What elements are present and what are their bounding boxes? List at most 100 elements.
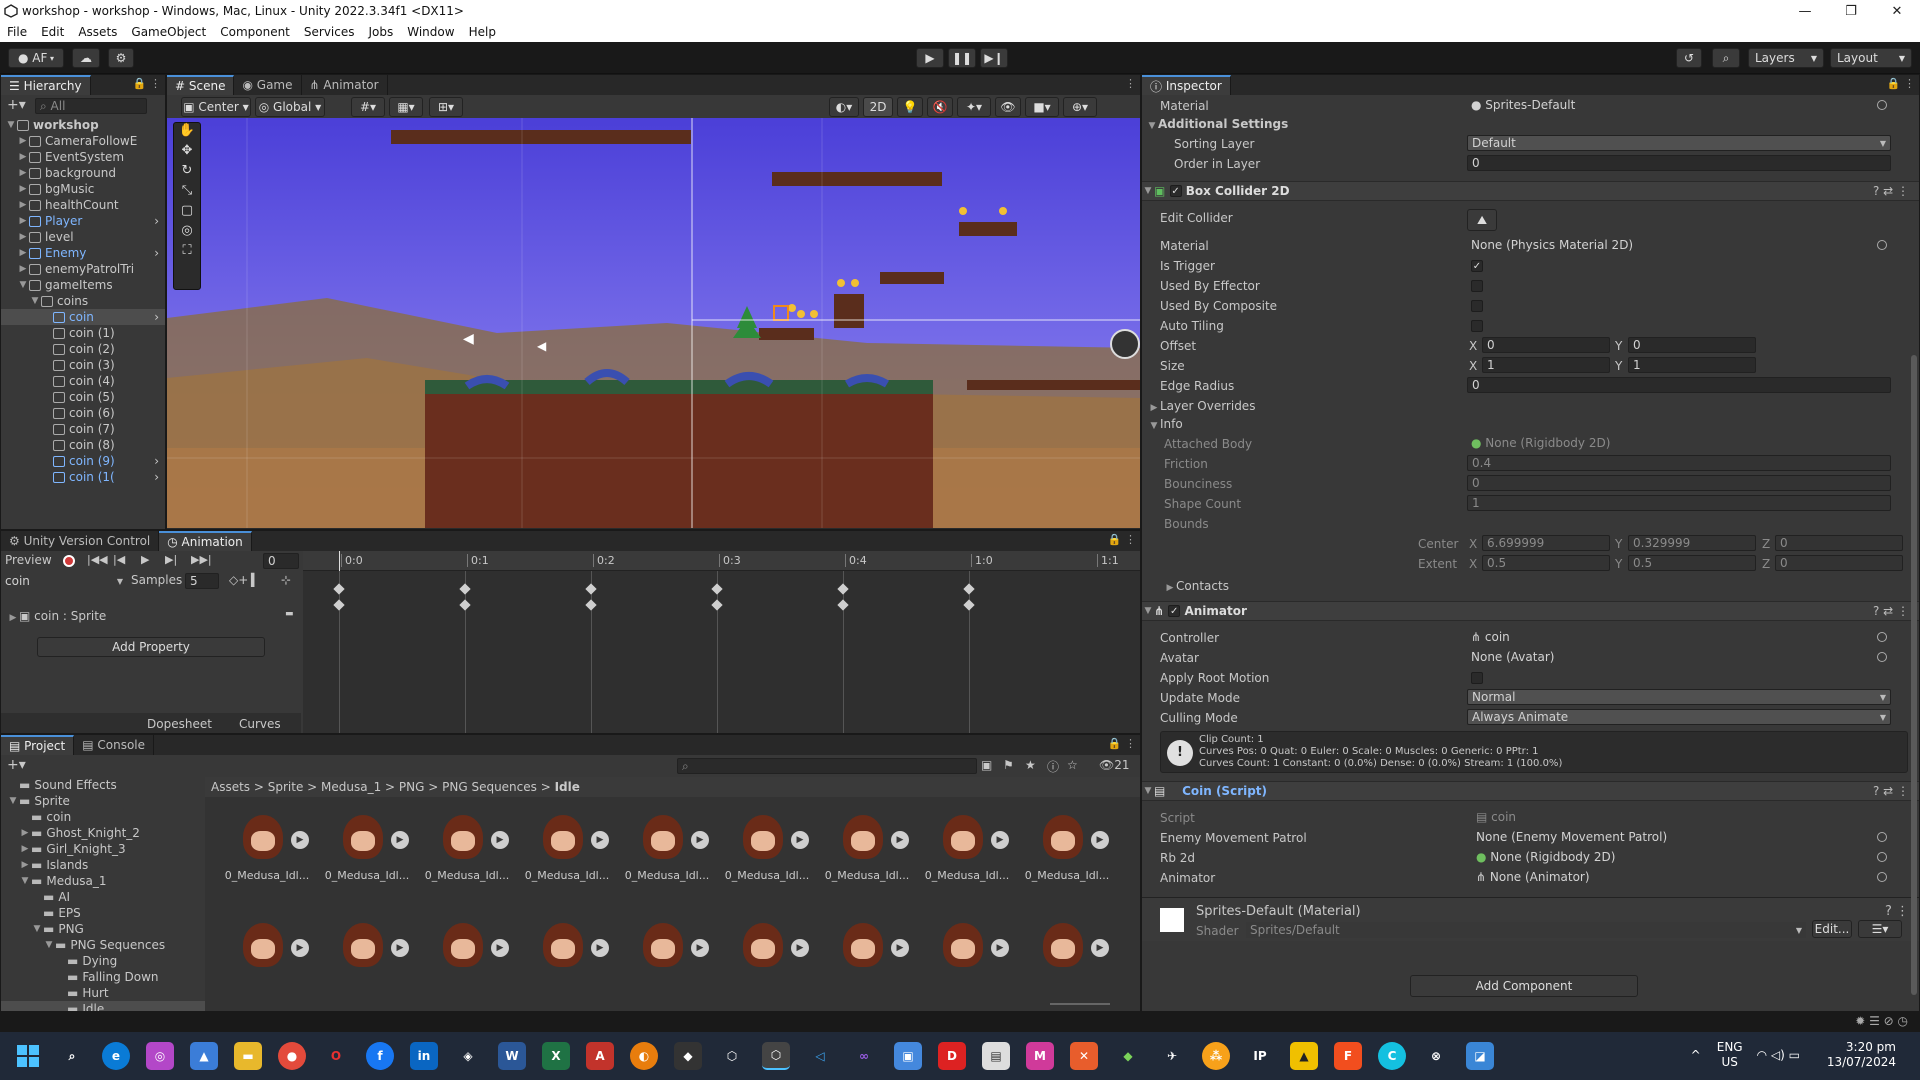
excel-icon[interactable]: X (542, 1042, 570, 1070)
asset-thumbnail[interactable]: ▶ (1019, 909, 1115, 987)
project-lock-icon[interactable]: 🔒 ⋮ (1108, 737, 1136, 750)
keyframe-diamond[interactable] (333, 583, 345, 595)
hierarchy-item[interactable]: ▶ healthCount (1, 197, 165, 213)
hierarchy-item[interactable]: coin (7) (1, 421, 165, 437)
last-keyframe-button[interactable]: ▶▶| (191, 553, 212, 566)
keyframe-diamond[interactable] (963, 583, 975, 595)
expand-icon[interactable]: ▶ (491, 939, 509, 957)
animator-reference-field[interactable]: ⋔ None (Animator) (1472, 869, 1891, 885)
apply-root-motion-checkbox[interactable] (1471, 672, 1483, 684)
asset-thumbnail[interactable]: ▶ 0_Medusa_Idl... (819, 801, 915, 897)
prev-keyframe-button[interactable]: |◀ (113, 553, 125, 566)
minimize-button[interactable]: — (1782, 0, 1828, 22)
keyframe-diamond[interactable] (459, 599, 471, 611)
prefab-open-icon[interactable]: › (154, 310, 159, 324)
tab-scene[interactable]: # Scene (167, 75, 235, 95)
rect-tool-icon[interactable]: ▢ (174, 203, 200, 223)
frame-input[interactable]: 0 (263, 553, 299, 569)
tab-curves[interactable]: Curves (239, 717, 281, 731)
project-folder-item[interactable]: ▶ ▬ Ghost_Knight_2 (1, 825, 205, 841)
preview-toggle[interactable]: Preview (5, 553, 52, 567)
app-icon-yellow[interactable]: ▲ (1290, 1042, 1318, 1070)
breadcrumb-png-sequences[interactable]: PNG Sequences (442, 780, 537, 794)
tab-inspector[interactable]: ⓘ Inspector (1142, 75, 1231, 95)
volume-icon[interactable]: ◁) (1771, 1048, 1785, 1062)
lighting-icon[interactable]: 💡 (897, 97, 923, 117)
history-icon[interactable]: ↺ (1676, 48, 1702, 68)
breadcrumb-idle[interactable]: Idle (555, 780, 580, 794)
keyframe-diamond[interactable] (333, 599, 345, 611)
shader-options-icon[interactable]: ☰▾ (1858, 920, 1902, 938)
favorites-icon[interactable]: ★ (1025, 758, 1036, 772)
cloud-icon[interactable]: ☁ (72, 48, 100, 68)
foldout-arrow-icon[interactable]: ▶ (17, 248, 29, 258)
account-button[interactable]: ● AF ▾ (8, 48, 64, 68)
avatar-field[interactable]: None (Avatar) (1467, 649, 1891, 665)
offset-x-input[interactable]: 0 (1482, 337, 1610, 353)
keyframe-diamond[interactable] (711, 583, 723, 595)
used-by-effector-checkbox[interactable] (1471, 280, 1483, 292)
project-folder-item[interactable]: ▶ ▬ Girl_Knight_3 (1, 841, 205, 857)
chrome-icon[interactable]: ● (278, 1042, 306, 1070)
2d-toggle[interactable]: 2D (863, 97, 893, 117)
asset-thumbnail[interactable]: ▶ 0_Medusa_Idl... (219, 801, 315, 897)
offset-y-input[interactable]: 0 (1628, 337, 1756, 353)
menu-file[interactable]: File (0, 25, 34, 39)
edge-radius-input[interactable]: 0 (1467, 377, 1891, 393)
hierarchy-item[interactable]: ▶ background (1, 165, 165, 181)
search-by-label-icon[interactable]: ⚑ (1003, 758, 1014, 772)
tab-animation[interactable]: ◷ Animation (159, 531, 252, 551)
keyframe-diamond[interactable] (585, 599, 597, 611)
unity-hub-icon[interactable]: ◈ (454, 1042, 482, 1070)
prefab-open-icon[interactable]: › (154, 214, 159, 228)
search-by-type-icon[interactable]: ▣ (981, 758, 992, 772)
hierarchy-item[interactable]: coin (5) (1, 389, 165, 405)
enemy-patrol-field[interactable]: None (Enemy Movement Patrol) (1472, 829, 1891, 845)
tab-project[interactable]: ▤ Project (1, 735, 75, 755)
shader-dropdown[interactable]: Sprites/Default ▼ (1246, 922, 1806, 938)
menu-edit[interactable]: Edit (34, 25, 71, 39)
layout-dropdown[interactable]: Layout ▼ (1830, 48, 1912, 68)
asset-thumbnail[interactable]: ▶ (819, 909, 915, 987)
asset-thumbnail[interactable]: ▶ 0_Medusa_Idl... (319, 801, 415, 897)
prefab-open-icon[interactable]: › (154, 246, 159, 260)
keyframe-diamond[interactable] (837, 599, 849, 611)
effects-icon[interactable]: ✦▾ (957, 97, 991, 117)
expand-icon[interactable]: ▶ (391, 939, 409, 957)
first-keyframe-button[interactable]: |◀◀ (87, 553, 108, 566)
menu-window[interactable]: Window (400, 25, 461, 39)
play-button[interactable]: ▶ (916, 48, 944, 68)
custom-tool-icon[interactable]: ⛶ (174, 243, 200, 263)
asset-thumbnail[interactable]: ▶ (719, 909, 815, 987)
time-ruler[interactable]: 0:0 0:1 0:2 0:3 0:4 1:0 1:1 (303, 551, 1140, 571)
foldout-arrow-icon[interactable]: ▼ (17, 280, 29, 290)
hierarchy-item[interactable]: ▶ EventSystem (1, 149, 165, 165)
asset-thumbnail[interactable]: ▶ (219, 909, 315, 987)
keyframe-diamond[interactable] (585, 583, 597, 595)
hierarchy-item[interactable]: ▼ gameItems (1, 277, 165, 293)
app-icon-circles[interactable]: ⁂ (1202, 1042, 1230, 1070)
filter-icon[interactable]: ⊹ (281, 573, 291, 587)
expand-icon[interactable]: ▶ (891, 939, 909, 957)
project-folder-item[interactable]: ▼ ▬ Medusa_1 (1, 873, 205, 889)
file-explorer-icon[interactable]: ▬ (234, 1042, 262, 1070)
hierarchy-item[interactable]: coin (1(› (1, 469, 165, 485)
foldout-arrow-icon[interactable]: ▶ (17, 184, 29, 194)
asset-thumbnail[interactable]: ▶ (419, 909, 515, 987)
coin-script-header[interactable]: ▼ ▤ Coin (Script) ? ⇄ ⋮ (1142, 781, 1919, 801)
auto-tiling-checkbox[interactable] (1471, 320, 1483, 332)
component-menu-icon[interactable]: ? ⇄ ⋮ (1873, 784, 1909, 798)
hierarchy-item[interactable]: ▶ Player › (1, 213, 165, 229)
photos-icon[interactable]: ▲ (190, 1042, 218, 1070)
asset-thumbnail[interactable]: ▶ 0_Medusa_Idl... (519, 801, 615, 897)
linkedin-icon[interactable]: in (410, 1042, 438, 1070)
star-icon[interactable]: ☆ (1067, 758, 1078, 772)
foldout-arrow-icon[interactable]: ▶ (17, 216, 29, 226)
animation-lock-icon[interactable]: 🔒 ⋮ (1108, 533, 1136, 546)
timeline[interactable]: 0:0 0:1 0:2 0:3 0:4 1:0 1:1 (303, 551, 1140, 733)
search-icon[interactable]: ⌕ (1712, 48, 1740, 68)
hierarchy-item[interactable]: coin (2) (1, 341, 165, 357)
audio-icon[interactable]: 🔇 (927, 97, 953, 117)
keyframe-diamond[interactable] (837, 583, 849, 595)
project-folder-item[interactable]: ▶ ▬ Islands (1, 857, 205, 873)
